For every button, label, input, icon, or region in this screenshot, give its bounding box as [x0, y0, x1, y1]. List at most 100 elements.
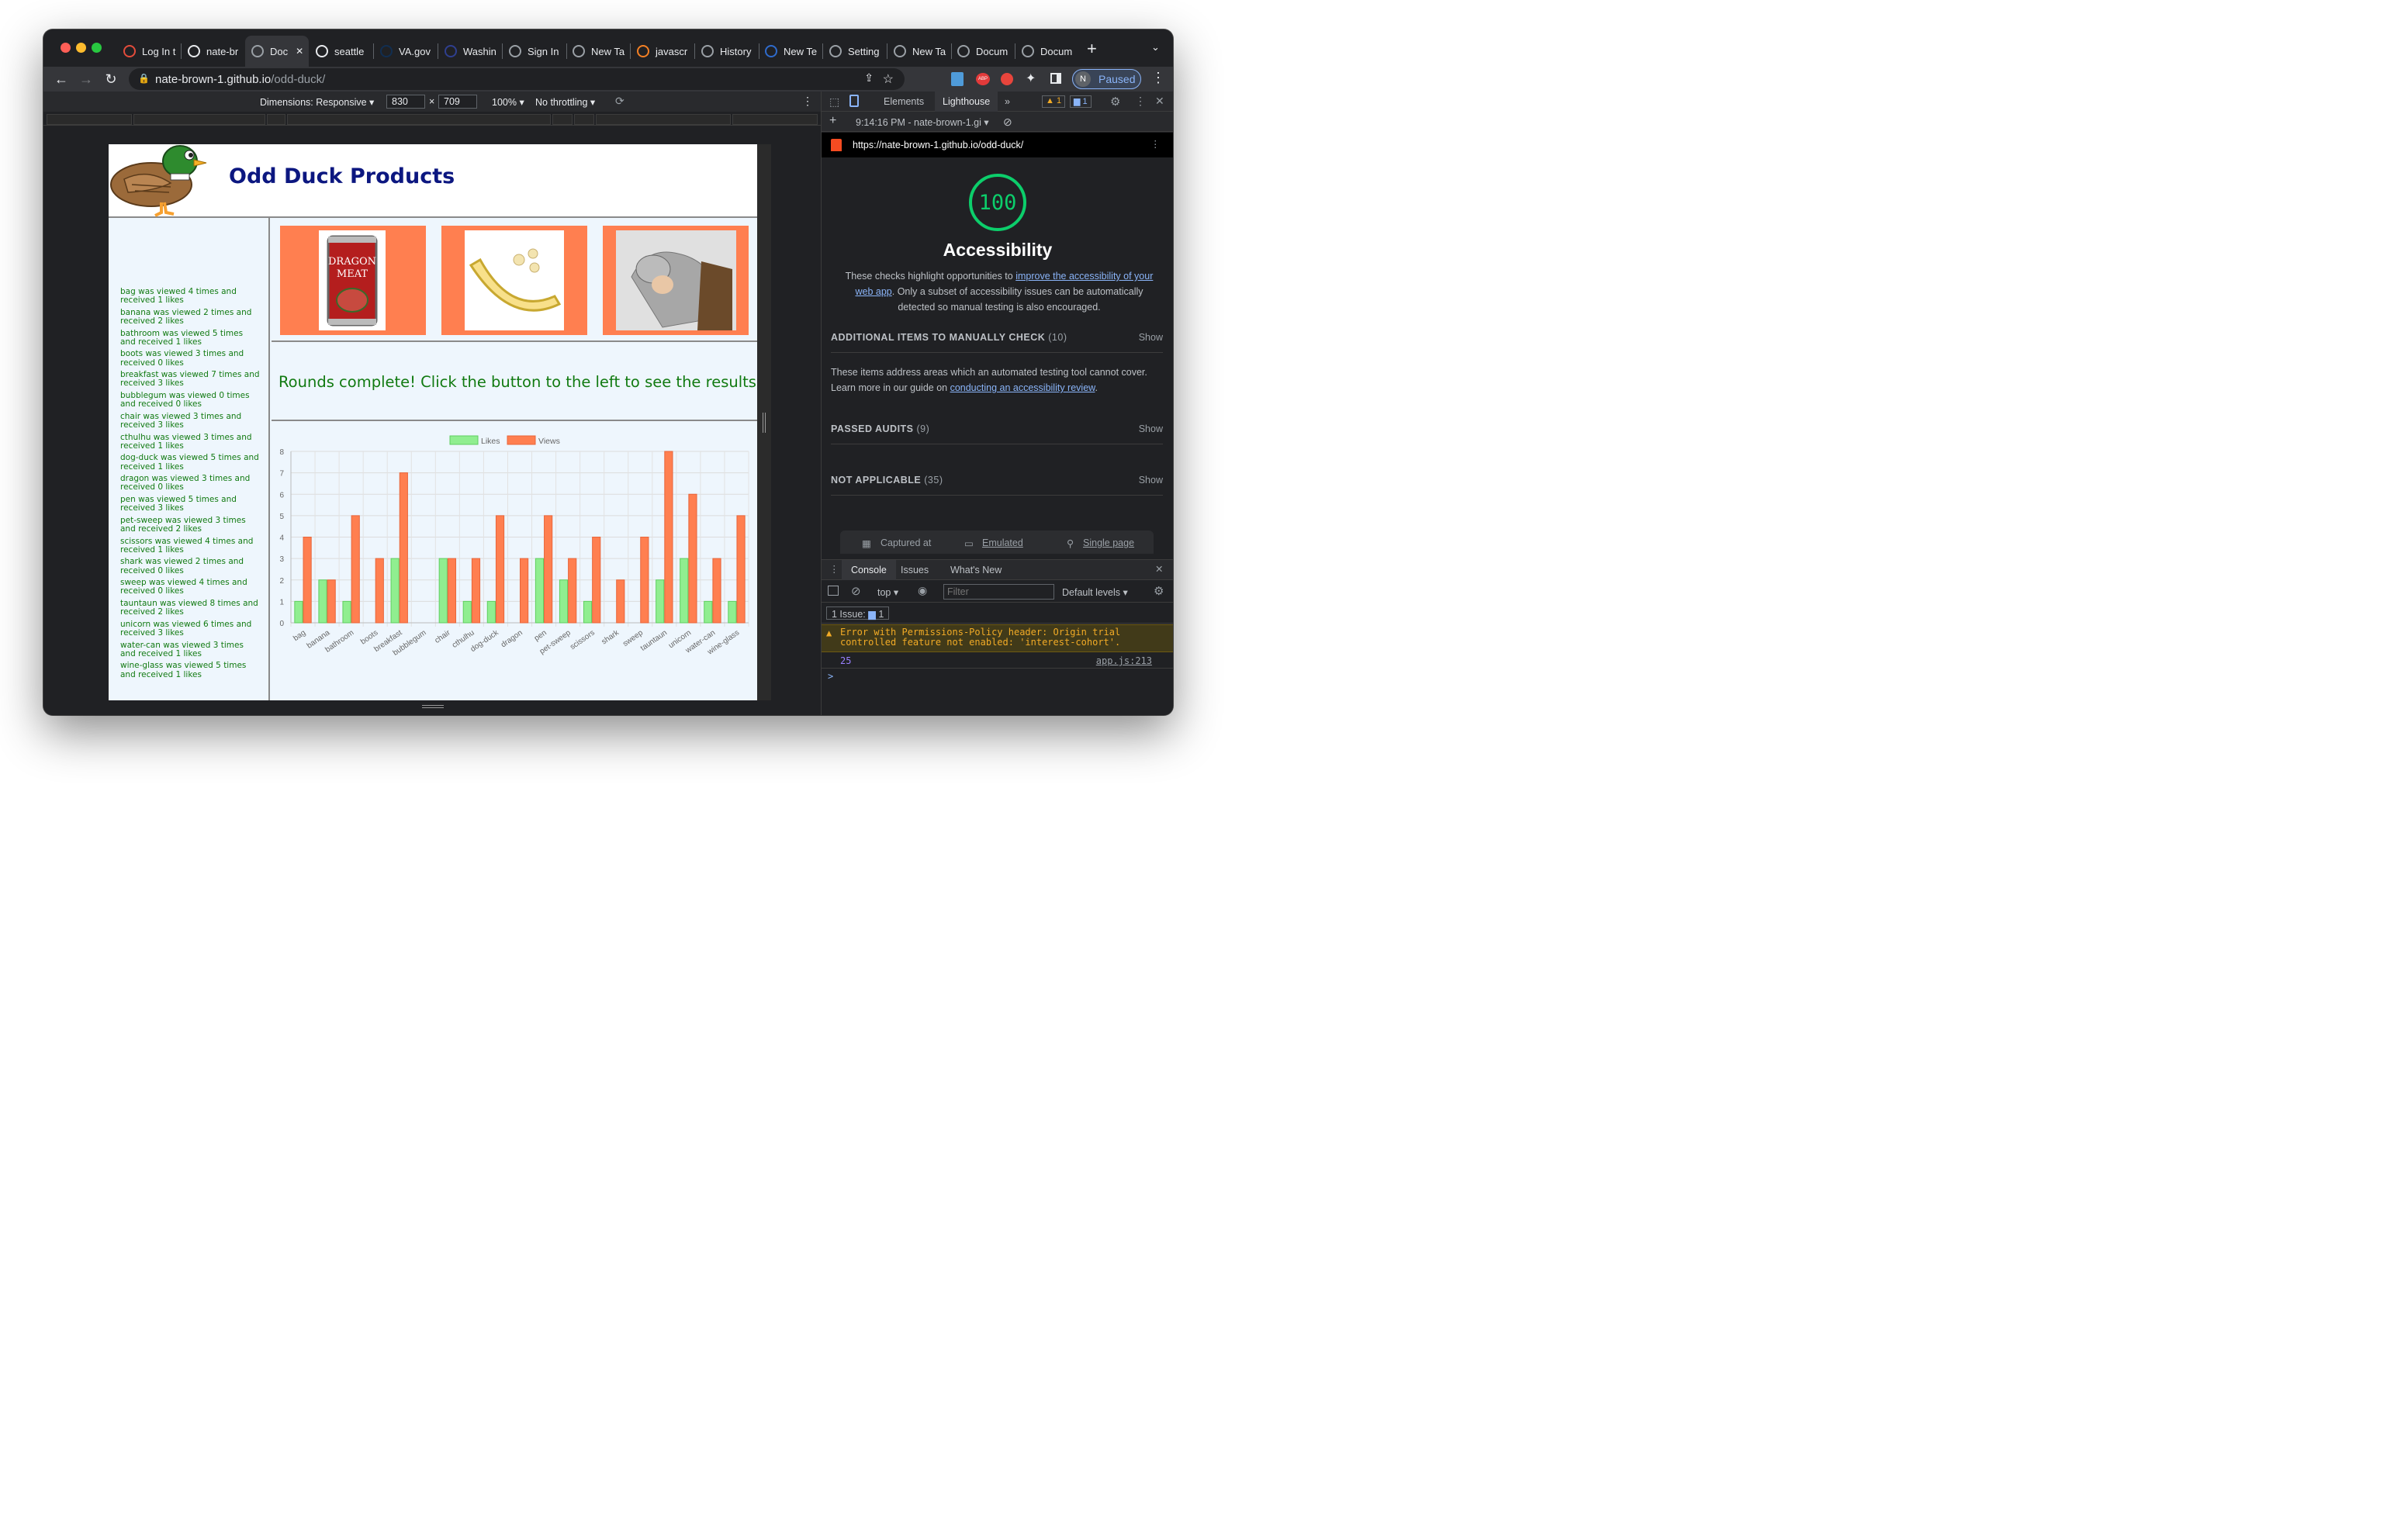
show-manual-button[interactable]: Show: [1139, 332, 1163, 343]
tab-3[interactable]: Doc ✕: [245, 36, 309, 67]
tab-14[interactable]: Docum: [951, 36, 1015, 67]
lighthouse-toolbar: + 9:14:16 PM - nate-brown-1.gi ▾ ⊘: [822, 112, 1173, 132]
width-input[interactable]: 830: [386, 95, 425, 109]
new-report-icon[interactable]: +: [829, 114, 836, 128]
tab-11[interactable]: New Te: [759, 36, 822, 67]
can-label-line2: MEAT: [337, 268, 368, 280]
product-tauntaun[interactable]: [603, 226, 749, 335]
bar-likes: [583, 600, 593, 624]
warnings-count: 1: [1056, 96, 1062, 105]
sidebar-toggle-icon[interactable]: [828, 586, 839, 596]
tab-15[interactable]: Docum: [1015, 36, 1079, 67]
clear-console-icon[interactable]: ⊘: [851, 584, 861, 598]
console-filter-input[interactable]: [943, 584, 1054, 600]
device-options-icon[interactable]: ⋮: [802, 95, 813, 108]
close-drawer-icon[interactable]: ✕: [1155, 563, 1163, 575]
close-tab-icon[interactable]: ✕: [296, 46, 303, 57]
messages-badge[interactable]: ▆ 1: [1070, 95, 1092, 108]
tab-8[interactable]: New Ta: [566, 36, 630, 67]
bar-views: [375, 558, 384, 624]
devtools-menu-icon[interactable]: ⋮: [1135, 95, 1146, 108]
share-icon[interactable]: ⇪: [864, 71, 874, 85]
accessibility-review-link[interactable]: conducting an accessibility review: [950, 382, 1095, 393]
clear-reports-icon[interactable]: ⊘: [1003, 116, 1012, 129]
console-prompt[interactable]: >: [828, 671, 833, 682]
passed-audits-section[interactable]: PASSED AUDITS (9) Show: [831, 413, 1163, 444]
manual-check-section[interactable]: ADDITIONAL ITEMS TO MANUALLY CHECK (10) …: [831, 322, 1163, 353]
tab-13[interactable]: New Ta: [887, 36, 951, 67]
log-source-link[interactable]: app.js:213: [1096, 655, 1152, 666]
context-select[interactable]: top ▾: [877, 586, 898, 598]
profile-button[interactable]: N Paused: [1072, 69, 1141, 89]
tab-10[interactable]: History: [695, 36, 759, 67]
tab-5[interactable]: VA.gov: [374, 36, 438, 67]
x-tick-label: shark: [600, 628, 621, 647]
context-label: top: [877, 587, 891, 598]
back-icon[interactable]: ←: [51, 70, 71, 88]
viewport-resize-handle-bottom[interactable]: [109, 700, 757, 715]
more-tabs-icon[interactable]: »: [1005, 92, 1010, 112]
new-tab-button[interactable]: +: [1087, 39, 1097, 59]
address-bar[interactable]: 🔒 nate-brown-1.github.io/odd-duck/ ☆ ⇪: [129, 68, 905, 90]
reload-icon[interactable]: ↻: [101, 70, 121, 88]
height-input[interactable]: 709: [438, 95, 477, 109]
tab-label: seattle: [334, 45, 365, 57]
legend-label-likes: Likes: [481, 437, 500, 446]
download-extension-icon[interactable]: [951, 72, 964, 86]
sidebar-icon[interactable]: [1050, 73, 1061, 84]
drawer-menu-icon[interactable]: ⋮: [829, 563, 839, 575]
device-toggle-icon[interactable]: [849, 95, 859, 107]
tab-elements[interactable]: Elements: [884, 92, 924, 112]
inspect-icon[interactable]: ⬚: [829, 95, 839, 109]
warnings-badge[interactable]: ▲ 1: [1042, 95, 1066, 108]
forward-icon[interactable]: →: [76, 70, 96, 88]
show-passed-button[interactable]: Show: [1139, 423, 1163, 434]
product-dragon[interactable]: DRAGON MEAT: [280, 226, 426, 335]
throttling-select[interactable]: No throttling ▾: [535, 96, 595, 108]
menu-kebab-icon[interactable]: ⋮: [1151, 70, 1165, 86]
report-url[interactable]: https://nate-brown-1.github.io/odd-duck/: [853, 140, 1023, 150]
adblock-icon[interactable]: ABP: [976, 73, 990, 85]
manual-check-description: These items address areas which an autom…: [831, 365, 1157, 396]
log-levels-select[interactable]: Default levels ▾: [1062, 586, 1128, 598]
close-window-button[interactable]: [61, 43, 71, 53]
eye-icon[interactable]: ◉: [918, 584, 927, 597]
tab-4[interactable]: seattle: [310, 36, 373, 67]
settings-gear-icon[interactable]: ⚙: [1110, 95, 1120, 109]
not-applicable-section[interactable]: NOT APPLICABLE (35) Show: [831, 465, 1163, 496]
bookmark-star-icon[interactable]: ☆: [883, 71, 894, 87]
emulated-link[interactable]: Emulated: [982, 537, 1023, 548]
console-settings-icon[interactable]: ⚙: [1154, 584, 1164, 598]
show-not-applicable-button[interactable]: Show: [1139, 475, 1163, 486]
zoom-window-button[interactable]: [92, 43, 102, 53]
report-menu-icon[interactable]: ⋮: [1150, 138, 1161, 150]
product-banana[interactable]: [441, 226, 587, 335]
tab-1[interactable]: Log In t: [117, 36, 181, 67]
issues-bar: 1 Issue: ▆ 1: [822, 603, 1173, 624]
rotate-icon[interactable]: ⟳: [615, 95, 624, 108]
error-text: Error with Permissions-Policy header: Or…: [840, 627, 1121, 648]
tab-lighthouse[interactable]: Lighthouse: [935, 92, 998, 112]
puzzle-icon[interactable]: ✦: [1026, 71, 1036, 86]
tab-issues[interactable]: Issues: [901, 565, 929, 575]
minimize-window-button[interactable]: [76, 43, 86, 53]
dimensions-select[interactable]: Dimensions: Responsive ▾: [260, 96, 374, 108]
tab-7[interactable]: Sign In: [503, 36, 566, 67]
tab-6[interactable]: Washin: [438, 36, 502, 67]
red-extension-icon[interactable]: [1001, 73, 1013, 85]
zoom-select[interactable]: 100% ▾: [492, 96, 524, 108]
close-devtools-icon[interactable]: ✕: [1155, 95, 1164, 108]
tab-whats-new[interactable]: What's New: [950, 565, 1002, 575]
tab-search-chevron-icon[interactable]: ⌄: [1151, 41, 1160, 54]
tab-9[interactable]: javascr: [631, 36, 694, 67]
single-page-link[interactable]: Single page: [1083, 537, 1134, 548]
tab-12[interactable]: Setting: [823, 36, 887, 67]
tab-console[interactable]: Console: [842, 560, 896, 580]
report-select[interactable]: 9:14:16 PM - nate-brown-1.gi ▾: [856, 116, 989, 128]
tab-2[interactable]: nate-br: [182, 36, 245, 67]
x-tick-label: scissors: [569, 628, 597, 651]
result-item: banana was viewed 2 times and received 2…: [120, 307, 252, 326]
viewport-resize-handle-right[interactable]: [757, 144, 771, 700]
tab-label: New Ta: [912, 45, 946, 57]
issues-button[interactable]: 1 Issue: ▆ 1: [826, 607, 890, 620]
